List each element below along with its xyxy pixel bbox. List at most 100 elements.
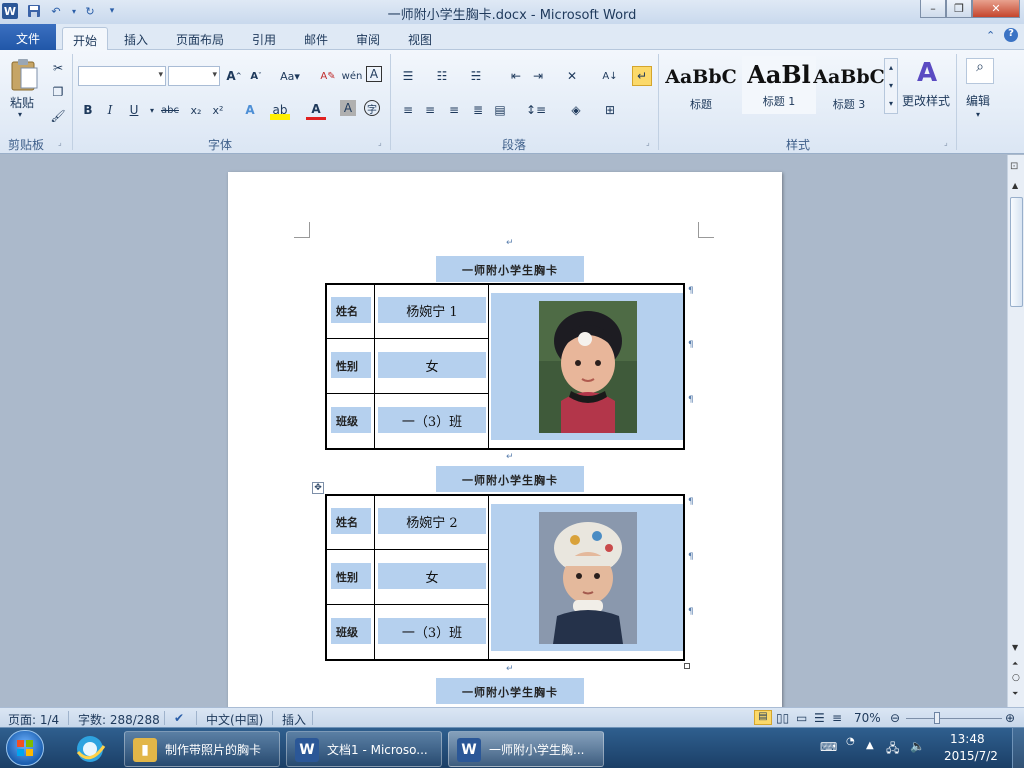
paste-icon[interactable] [8,58,42,94]
ruler-toggle-icon[interactable]: ⊡ [1010,161,1018,172]
network-icon[interactable]: 🖧 [886,739,899,760]
start-button[interactable] [6,730,44,766]
student-photo[interactable] [539,301,637,433]
next-page-icon[interactable]: ⏷ [1012,689,1018,699]
show-desktop-button[interactable] [1012,728,1024,768]
character-shading-icon[interactable]: A [340,100,356,116]
clipboard-launcher-icon[interactable]: ⌟ [58,138,62,147]
style-heading-3[interactable]: AaBbC 标题 3 [812,56,886,114]
align-center-icon[interactable]: ≡ [420,100,440,120]
format-painter-icon[interactable]: 🖌 [48,106,68,126]
document-area[interactable]: ↵ 一师附小学生胸卡 姓名 杨婉宁 1 性别 女 班级 一（3）班 ¶ ¶ ¶ … [0,155,1007,707]
change-styles-icon[interactable]: A [910,58,944,88]
italic-icon[interactable]: I [100,100,120,120]
align-right-icon[interactable]: ≡ [444,100,464,120]
taskbar-item-word-badge[interactable]: W 一师附小学生胸... [448,731,604,767]
photo-cell[interactable] [491,504,683,651]
tab-review[interactable]: 审阅 [346,27,390,50]
student-photo[interactable] [539,512,637,644]
word-count[interactable]: 字数: 288/288 [78,711,160,728]
vertical-scrollbar[interactable]: ⊡ ▲ ▼ ⏶ ○ ⏷ [1007,155,1024,707]
tab-home[interactable]: 开始 [62,27,109,50]
help-icon[interactable]: ? [1004,28,1018,42]
strikethrough-icon[interactable]: abc [160,100,180,120]
outline-view-icon[interactable]: ☰ [814,711,825,725]
insert-mode-indicator[interactable]: 插入 [282,711,306,728]
zoom-in-icon[interactable]: ⊕ [1005,711,1015,725]
decrease-indent-icon[interactable]: ⇤ [506,66,526,86]
photo-cell[interactable] [491,293,683,440]
bold-icon[interactable]: B [78,100,98,120]
show-hide-marks-icon[interactable]: ↵ [632,66,652,86]
font-size-combo[interactable]: ▾ [168,66,220,86]
table-move-handle-icon[interactable]: ✥ [312,482,324,494]
customize-qat-icon[interactable]: ▾ [104,3,120,19]
paste-button[interactable]: 粘贴 [10,94,34,111]
copy-icon[interactable]: ❐ [48,82,68,102]
taskbar-item-folder[interactable]: ▮ 制作带照片的胸卡 [124,731,280,767]
browse-object-icon[interactable]: ○ [1012,673,1020,683]
print-layout-view-icon[interactable]: ▤ [754,710,772,725]
save-icon[interactable] [26,3,42,19]
shrink-font-icon[interactable]: Aˇ [246,66,266,86]
styles-launcher-icon[interactable]: ⌟ [944,138,948,147]
font-name-combo[interactable]: ▾ [78,66,166,86]
zoom-slider[interactable] [906,718,1002,719]
phonetic-guide-icon[interactable]: wén [342,66,363,86]
underline-icon[interactable]: U [124,100,144,120]
grow-font-icon[interactable]: A ^ [224,66,244,86]
clock-time[interactable]: 13:48 [950,732,985,746]
paragraph-launcher-icon[interactable]: ⌟ [646,138,650,147]
undo-icon[interactable]: ↶ [48,3,64,19]
language-indicator[interactable]: 中文(中国) [206,711,263,728]
line-spacing-icon[interactable]: ↕≡ [526,100,546,120]
change-styles-button[interactable]: 更改样式 [902,92,950,109]
multilevel-list-icon[interactable]: ☵ [466,66,486,86]
subscript-icon[interactable]: x₂ [186,100,206,120]
paste-dropdown-icon[interactable]: ▾ [18,110,22,119]
highlight-color-icon[interactable]: ab [270,100,290,120]
restore-button[interactable]: ❐ [946,0,972,18]
borders-icon[interactable]: ⊞ [600,100,620,120]
underline-dropdown-icon[interactable]: ▾ [142,100,162,120]
keyboard-icon[interactable]: ⌨ [820,740,837,754]
table-resize-handle[interactable] [684,663,690,669]
align-left-icon[interactable]: ≡ [398,100,418,120]
superscript-icon[interactable]: x² [208,100,228,120]
zoom-slider-thumb[interactable] [934,712,940,724]
tab-file[interactable]: 文件 [0,24,56,50]
chinese-layout-icon[interactable]: ✕ [562,66,582,86]
scroll-down-icon[interactable]: ▼ [1012,643,1018,652]
browser-taskbar-icon[interactable] [70,732,110,766]
badge-table[interactable]: 姓名 杨婉宁 2 性别 女 班级 一（3）班 [325,494,685,661]
close-button[interactable]: ✕ [972,0,1020,18]
document-page[interactable]: ↵ 一师附小学生胸卡 姓名 杨婉宁 1 性别 女 班级 一（3）班 ¶ ¶ ¶ … [228,172,782,707]
style-heading-1[interactable]: AaBl 标题 1 [742,56,816,114]
find-icon[interactable]: ⌕ [966,58,994,84]
tab-view[interactable]: 视图 [398,27,442,50]
increase-indent-icon[interactable]: ⇥ [528,66,548,86]
enclose-characters-icon[interactable]: 字 [364,100,380,116]
page-count[interactable]: 页面: 1/4 [8,711,59,728]
volume-icon[interactable]: 🔈 [910,739,925,753]
tab-references[interactable]: 引用 [242,27,286,50]
redo-icon[interactable]: ↻ [82,3,98,19]
text-effects-icon[interactable]: A [240,100,260,120]
scroll-thumb[interactable] [1010,197,1023,307]
distributed-icon[interactable]: ▤ [490,100,510,120]
shading-icon[interactable]: ◈ [566,100,586,120]
taskbar-item-word-doc1[interactable]: W 文档1 - Microso... [286,731,442,767]
editing-button[interactable]: 编辑 [966,92,990,109]
full-screen-reading-icon[interactable]: ▯▯ [776,711,789,725]
input-method-icon[interactable]: ◔ [846,736,855,747]
previous-page-icon[interactable]: ⏶ [1012,659,1018,669]
clear-formatting-icon[interactable]: A✎ [318,66,338,86]
styles-scroll[interactable]: ▴ ▾ ▾ [884,58,898,114]
show-hidden-icons-icon[interactable]: ▲ [866,740,874,751]
justify-icon[interactable]: ≣ [468,100,488,120]
scroll-up-icon[interactable]: ▲ [1012,181,1018,190]
change-case-icon[interactable]: Aa▾ [280,66,300,86]
zoom-level[interactable]: 70% [854,711,881,725]
editing-dropdown-icon[interactable]: ▾ [976,110,980,119]
web-layout-icon[interactable]: ▭ [796,711,807,725]
